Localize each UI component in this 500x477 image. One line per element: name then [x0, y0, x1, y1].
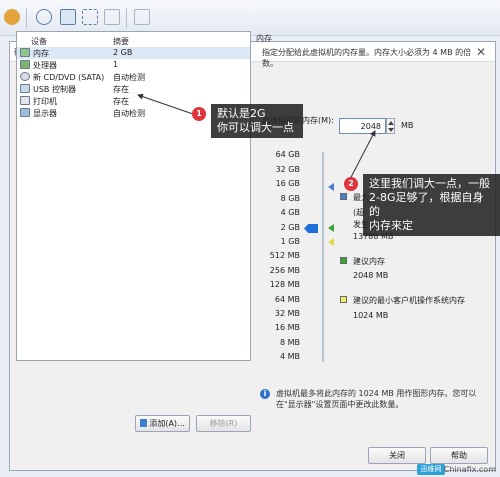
remove-device-label: 移除(R) [209, 419, 238, 428]
close-icon[interactable]: ✕ [476, 45, 486, 59]
recommended-memory-swatch [340, 257, 347, 264]
annotation-badge-1: 1 [192, 107, 206, 121]
scale-label: 8 GB [280, 194, 300, 203]
power-dropdown-icon[interactable] [4, 9, 20, 25]
recommended-memory-value: 2048 MB [353, 271, 389, 280]
callout-2-line-2: 2-8G足够了，根据自身的 [369, 191, 484, 218]
max-memory-marker [328, 183, 334, 191]
memory-slider-track[interactable] [322, 152, 324, 362]
scale-label: 64 MB [274, 295, 300, 304]
usb-icon [20, 84, 30, 93]
spin-up-icon[interactable] [388, 121, 394, 125]
scale-label: 4 GB [280, 208, 300, 217]
memory-section-title: 内存 [256, 34, 272, 43]
callout-1-line-2: 你可以调大一点 [217, 121, 294, 134]
device-name: 内存 [33, 49, 49, 58]
scale-label: 1 GB [280, 237, 300, 246]
max-memory-swatch [340, 193, 347, 200]
column-header-device: 设备 [31, 37, 47, 46]
cd-dvd-icon [20, 72, 30, 81]
scale-label: 16 MB [274, 323, 300, 332]
scale-label: 8 MB [279, 338, 300, 347]
help-button[interactable]: 帮助 [430, 447, 488, 464]
column-header-summary: 摘要 [113, 37, 129, 46]
info-icon: i [260, 389, 270, 399]
memory-description: 指定分配给此虚拟机的内存量。内存大小必须为 4 MB 的倍数。 [262, 48, 472, 68]
device-summary: 自动检测 [113, 73, 145, 82]
scale-label: 16 GB [275, 179, 300, 188]
device-summary: 存在 [113, 97, 129, 106]
device-summary: 1 [113, 60, 119, 69]
watermark-logo: 迅维网 [417, 464, 445, 475]
device-name: 打印机 [33, 97, 57, 106]
snapshot-icon[interactable] [36, 9, 52, 25]
spin-down-icon[interactable] [388, 128, 394, 132]
add-device-label: 添加(A)... [149, 419, 185, 428]
device-name: 新 CD/DVD (SATA) [33, 73, 105, 82]
annotation-callout-2: 这里我们调大一点，一般 2-8G足够了，根据自身的 内存来定 [363, 174, 500, 236]
callout-1-line-1: 默认是2G [217, 107, 266, 120]
watermark-text: Chinafix.com [443, 465, 496, 474]
device-name: 显示器 [33, 109, 57, 118]
device-row-cd-dvd[interactable]: 新 CD/DVD (SATA) 自动检测 [17, 71, 250, 83]
unity-icon[interactable] [104, 9, 120, 25]
device-row-cpu[interactable]: 处理器 1 [17, 59, 250, 71]
min-guest-memory-swatch [340, 296, 347, 303]
recommended-memory-marker [328, 224, 334, 232]
toolbar-separator [26, 8, 27, 28]
scale-label: 64 GB [275, 150, 300, 159]
device-name: USB 控制器 [33, 85, 76, 94]
shield-icon [140, 419, 148, 427]
device-list: 设备 摘要 内存 2 GB 处理器 1 新 CD/DVD (SATA) 自动检测… [16, 31, 251, 361]
callout-2-line-3: 内存来定 [369, 219, 413, 232]
cpu-icon [20, 60, 30, 69]
device-row-usb[interactable]: USB 控制器 存在 [17, 83, 250, 95]
scale-label: 256 MB [269, 266, 300, 275]
device-summary: 存在 [113, 85, 129, 94]
scale-label: 32 MB [274, 309, 300, 318]
recommended-memory-label: 建议内存 [353, 257, 385, 266]
min-guest-memory-marker [328, 238, 334, 246]
device-row-memory[interactable]: 内存 2 GB [17, 47, 250, 59]
scale-label: 4 MB [279, 352, 300, 361]
min-guest-memory-value: 1024 MB [353, 311, 389, 320]
memory-size-input[interactable]: 2048 [339, 118, 386, 134]
scale-label: 512 MB [269, 251, 300, 260]
scale-label: 32 GB [275, 165, 300, 174]
min-guest-memory-label: 建议的最小客户机操作系统内存 [353, 296, 465, 305]
callout-2-line-1: 这里我们调大一点，一般 [369, 177, 490, 190]
console-view-icon[interactable] [60, 9, 76, 25]
remove-device-button[interactable]: 移除(R) [196, 415, 251, 432]
help-button-label: 帮助 [451, 451, 467, 460]
annotation-callout-1: 默认是2G 你可以调大一点 [211, 104, 303, 138]
close-button-label: 关闭 [389, 451, 405, 460]
scale-label: 128 MB [269, 280, 300, 289]
memory-unit: MB [401, 121, 414, 130]
device-summary: 2 GB [113, 48, 133, 57]
device-summary: 自动检测 [113, 109, 145, 118]
device-name: 处理器 [33, 61, 57, 70]
fullscreen-icon[interactable] [82, 9, 98, 25]
printer-icon [20, 96, 30, 105]
display-icon [20, 108, 30, 117]
memory-icon [20, 48, 30, 57]
graphics-memory-info: 虚拟机最多将此内存的 1024 MB 用作图形内存。您可以在"显示器"设置页面中… [276, 389, 477, 409]
toolbar-separator [126, 8, 127, 28]
library-icon[interactable] [134, 9, 150, 25]
add-device-button[interactable]: 添加(A)... [135, 415, 190, 432]
close-button[interactable]: 关闭 [368, 447, 426, 464]
memory-spinner[interactable] [386, 118, 395, 134]
scale-label: 2 GB [280, 223, 300, 232]
annotation-badge-2: 2 [344, 177, 358, 191]
